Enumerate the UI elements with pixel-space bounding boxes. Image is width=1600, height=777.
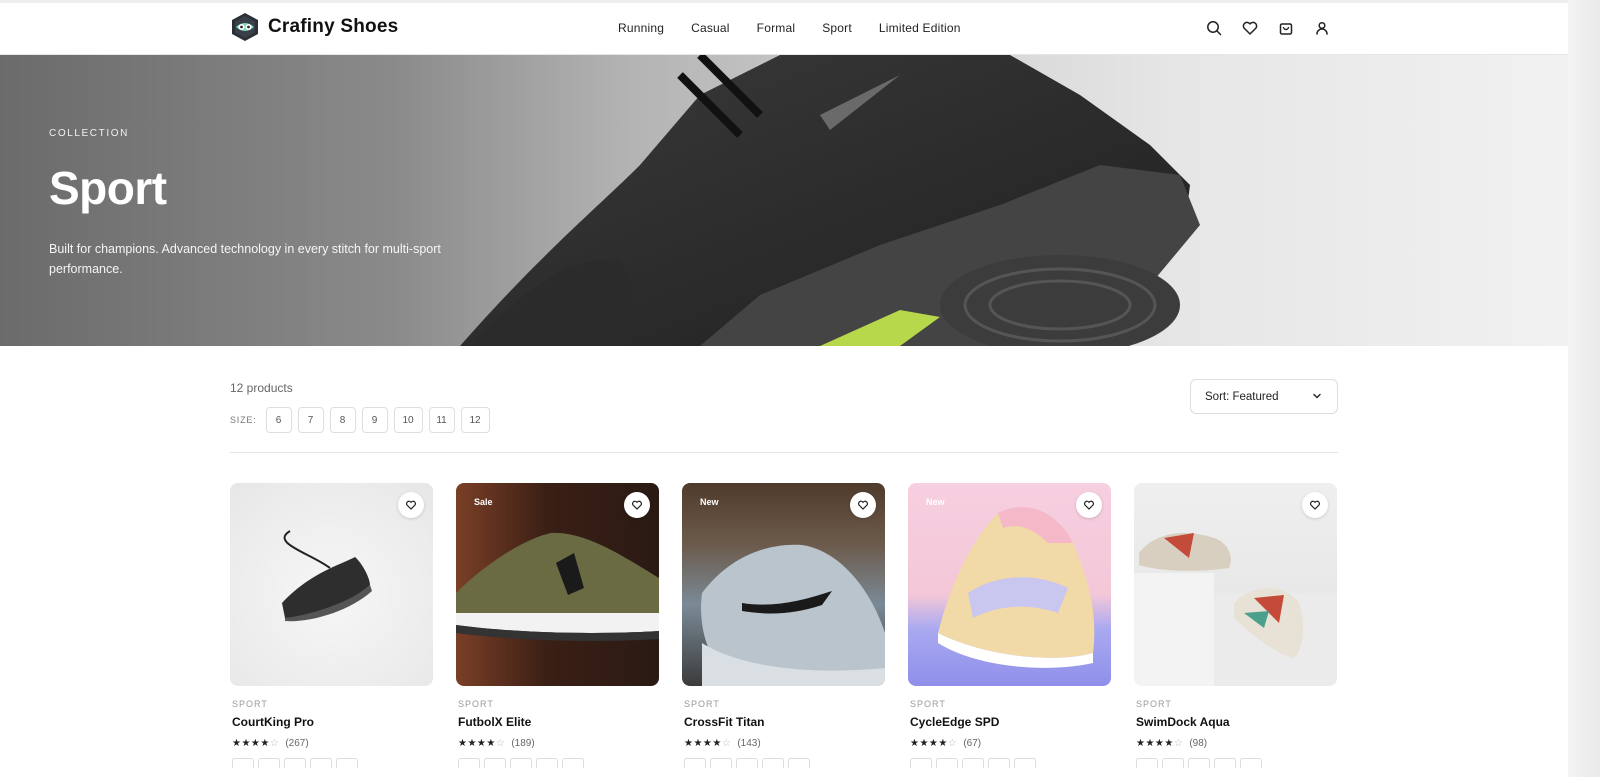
nav-item-limited-edition[interactable]: Limited Edition — [879, 21, 961, 35]
product-category: SPORT — [232, 699, 268, 709]
new-badge: New — [700, 497, 719, 507]
bag-icon[interactable] — [1277, 19, 1295, 37]
review-count: (189) — [511, 738, 535, 749]
star-rating-icon: ★★★★☆ — [910, 738, 958, 749]
product-category: SPORT — [910, 699, 946, 709]
product-rating: ★★★★☆ (98) — [1136, 738, 1337, 749]
product-category: SPORT — [458, 699, 494, 709]
size-swatches — [1136, 758, 1337, 768]
nav-item-running[interactable]: Running — [618, 21, 664, 35]
site-header: Crafiny Shoes Running Casual Formal Spor… — [0, 3, 1568, 55]
brand-logo[interactable]: Crafiny Shoes — [231, 12, 398, 42]
product-card[interactable]: New SPORT CycleEdge SPD ★★★★☆ (67) — [908, 483, 1111, 768]
scroll-gutter[interactable] — [1568, 0, 1600, 777]
size-chip-11[interactable]: 11 — [428, 407, 455, 433]
sort-dropdown[interactable]: Sort: Featured — [1190, 379, 1338, 414]
search-icon[interactable] — [1205, 19, 1223, 37]
product-image[interactable]: Sale — [456, 483, 659, 686]
product-image[interactable]: New — [682, 483, 885, 686]
size-swatches — [684, 758, 885, 768]
star-rating-icon: ★★★★☆ — [458, 738, 506, 749]
hexagon-eye-icon — [231, 12, 259, 42]
product-card[interactable]: SPORT CourtKing Pro ★★★★☆ (267) — [230, 483, 433, 768]
product-card[interactable]: New SPORT CrossFit Titan ★★★★☆ (143) — [682, 483, 885, 768]
wishlist-button[interactable] — [1076, 492, 1102, 518]
wishlist-button[interactable] — [624, 492, 650, 518]
size-chip-6[interactable]: 6 — [265, 407, 292, 433]
sale-badge: Sale — [474, 497, 493, 507]
star-rating-icon: ★★★★☆ — [232, 738, 280, 749]
product-name[interactable]: CycleEdge SPD — [910, 715, 1111, 729]
product-card[interactable]: SPORT SwimDock Aqua ★★★★☆ (98) — [1134, 483, 1337, 768]
size-chip-8[interactable]: 8 — [329, 407, 356, 433]
product-image[interactable] — [230, 483, 433, 686]
wishlist-button[interactable] — [1302, 492, 1328, 518]
product-name[interactable]: CrossFit Titan — [684, 715, 885, 729]
chevron-down-icon — [1311, 390, 1323, 402]
toolbar-divider — [230, 452, 1338, 453]
hero-content: COLLECTION Sport Built for champions. Ad… — [49, 128, 449, 279]
wishlist-button[interactable] — [398, 492, 424, 518]
brand-name: Crafiny Shoes — [268, 16, 399, 37]
new-badge: New — [926, 497, 945, 507]
header-actions — [1205, 19, 1331, 37]
nav-item-sport[interactable]: Sport — [822, 21, 852, 35]
product-category: SPORT — [1136, 699, 1172, 709]
product-image[interactable]: New — [908, 483, 1111, 686]
main-nav: Running Casual Formal Sport Limited Edit… — [618, 21, 961, 35]
heart-icon[interactable] — [1241, 19, 1259, 37]
size-filter-label: SIZE: — [230, 415, 257, 425]
size-chip-7[interactable]: 7 — [297, 407, 324, 433]
product-rating: ★★★★☆ (143) — [684, 738, 885, 749]
size-swatches — [910, 758, 1111, 768]
product-name[interactable]: CourtKing Pro — [232, 715, 433, 729]
product-rating: ★★★★☆ (67) — [910, 738, 1111, 749]
user-icon[interactable] — [1313, 19, 1331, 37]
product-rating: ★★★★☆ (267) — [232, 738, 433, 749]
page-title: Sport — [49, 162, 167, 214]
hero-banner: COLLECTION Sport Built for champions. Ad… — [0, 55, 1568, 346]
review-count: (267) — [285, 738, 309, 749]
product-rating: ★★★★☆ (189) — [458, 738, 659, 749]
product-count: 12 products — [230, 381, 293, 395]
nav-item-formal[interactable]: Formal — [757, 21, 796, 35]
product-card[interactable]: Sale SPORT FutbolX Elite ★★★★☆ (189) — [456, 483, 659, 768]
size-chip-10[interactable]: 10 — [393, 407, 423, 433]
product-category: SPORT — [684, 699, 720, 709]
nav-item-casual[interactable]: Casual — [691, 21, 730, 35]
review-count: (98) — [1189, 738, 1208, 749]
hero-description: Built for champions. Advanced technology… — [49, 242, 441, 276]
star-rating-icon: ★★★★☆ — [1136, 738, 1184, 749]
size-chip-9[interactable]: 9 — [361, 407, 388, 433]
product-name[interactable]: FutbolX Elite — [458, 715, 659, 729]
wishlist-button[interactable] — [850, 492, 876, 518]
size-swatches — [232, 758, 433, 768]
star-rating-icon: ★★★★☆ — [684, 738, 732, 749]
product-name[interactable]: SwimDock Aqua — [1136, 715, 1337, 729]
sort-label: Sort: Featured — [1205, 390, 1279, 403]
size-filter: SIZE: 6 7 8 9 10 11 12 — [230, 407, 496, 433]
hero-eyebrow: COLLECTION — [49, 128, 129, 139]
review-count: (67) — [963, 738, 982, 749]
product-grid: SPORT CourtKing Pro ★★★★☆ (267) Sale SPO… — [230, 483, 1337, 768]
product-image[interactable] — [1134, 483, 1337, 686]
size-chip-12[interactable]: 12 — [460, 407, 490, 433]
review-count: (143) — [737, 738, 761, 749]
size-swatches — [458, 758, 659, 768]
